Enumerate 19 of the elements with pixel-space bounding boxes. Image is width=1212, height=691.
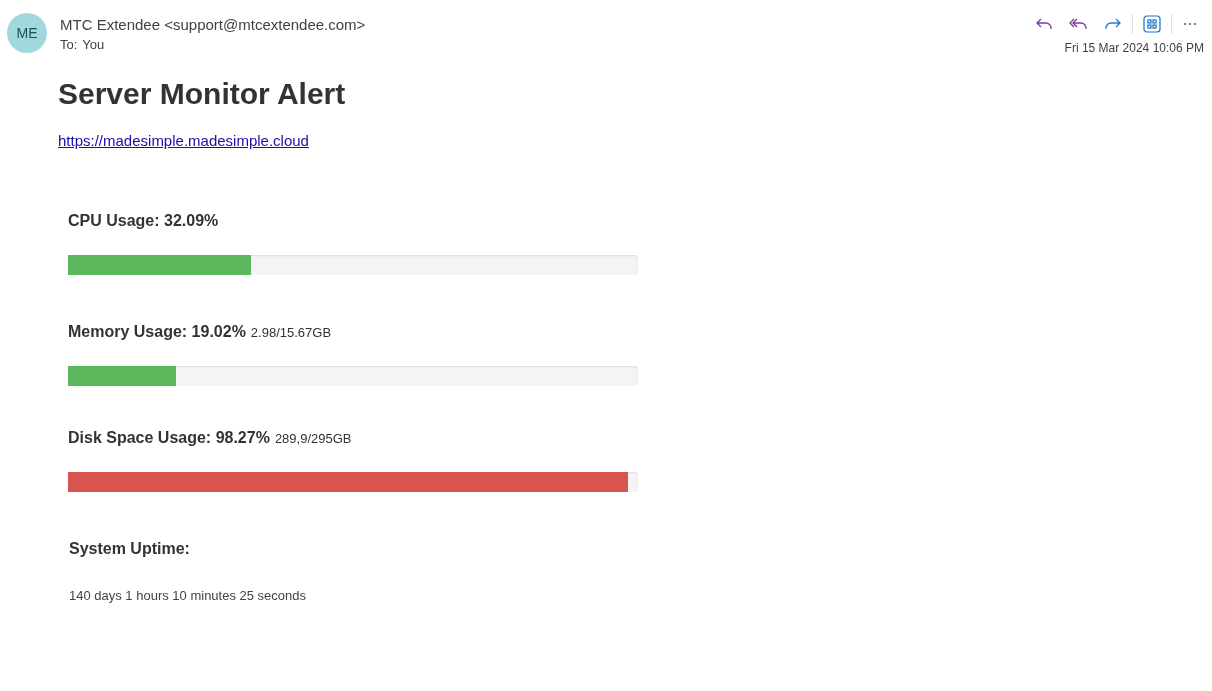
reply-icon <box>1035 17 1053 31</box>
link[interactable]: https://madesimple.madesimple.cloud <box>58 130 309 153</box>
metric-detail: 289,9/295GB <box>274 430 352 448</box>
uptime-label: System Uptime: <box>69 539 191 559</box>
to-label: To: <box>60 36 78 54</box>
recipient[interactable]: You <box>82 36 105 54</box>
uptime-value: 140 days 1 hours 10 minutes 25 seconds <box>69 587 308 605</box>
more-icon <box>1183 22 1197 26</box>
email-title: Server Monitor Alert <box>58 76 347 112</box>
sender-name[interactable]: MTC Extendee <support@mtcextendee.com> <box>60 15 366 35</box>
reply-all-icon <box>1068 17 1088 31</box>
apps-icon <box>1143 15 1161 33</box>
metric-detail: 2.98/15.67GB <box>250 324 332 342</box>
metric-label: Disk Space Usage: 98.27% <box>68 428 270 448</box>
metric-label: CPU Usage: 32.09% <box>68 211 219 231</box>
date: Fri 15 Mar 2024 10:06 PM <box>1064 40 1204 56</box>
avatar: ME <box>7 13 47 53</box>
metric-label: Memory Usage: 19.02% <box>68 322 246 342</box>
forward-icon <box>1104 17 1122 31</box>
